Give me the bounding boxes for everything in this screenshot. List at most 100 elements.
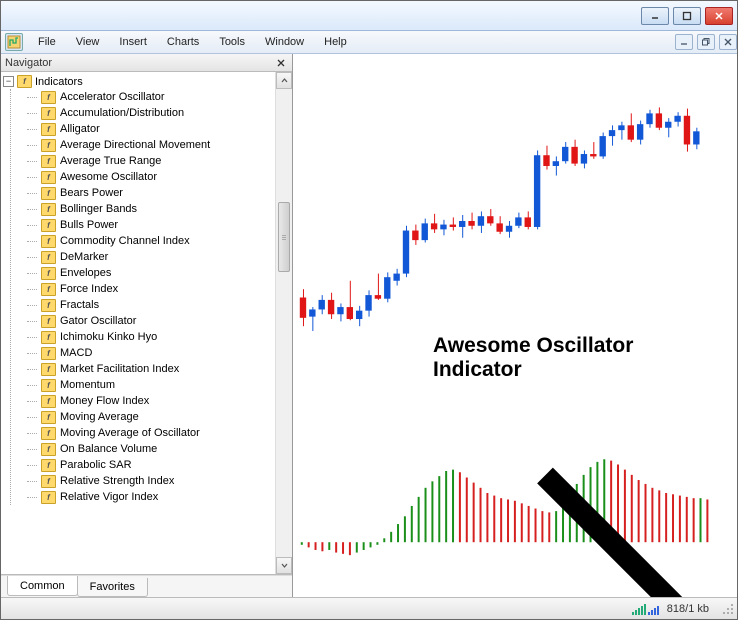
indicator-item[interactable]: fAccelerator Oscillator [27, 89, 275, 105]
indicator-item[interactable]: fRelative Vigor Index [27, 489, 275, 505]
indicator-item[interactable]: f On Balance Volume [27, 441, 275, 457]
menu-view[interactable]: View [67, 33, 109, 51]
indicator-label: Ichimoku Kinko Hyo [60, 331, 157, 343]
window-maximize-button[interactable] [673, 7, 701, 25]
indicator-label: Average Directional Movement [60, 139, 210, 151]
indicator-icon: f [41, 459, 56, 472]
indicator-item[interactable]: fMomentum [27, 377, 275, 393]
indicator-item[interactable]: fRelative Strength Index [27, 473, 275, 489]
indicator-icon: f [41, 219, 56, 232]
indicator-label: Bollinger Bands [60, 203, 137, 215]
indicator-item[interactable]: fMoving Average [27, 409, 275, 425]
indicator-item[interactable]: f Bears Power [27, 185, 275, 201]
tree-root-label: Indicators [35, 76, 83, 88]
indicator-label: Momentum [60, 379, 115, 391]
navigator-tabs: Common Favorites [1, 575, 292, 597]
indicator-icon: f [41, 331, 56, 344]
indicator-label: DeMarker [60, 251, 108, 263]
indicator-icon: f [41, 171, 56, 184]
resize-grip-icon[interactable] [721, 602, 735, 616]
indicator-icon: f [41, 187, 56, 200]
annotation-arrow [508, 389, 737, 597]
navigator-titlebar: Navigator [1, 54, 292, 72]
indicator-label: Market Facilitation Index [60, 363, 179, 375]
indicator-icon: f [41, 299, 56, 312]
tree-root-indicators[interactable]: − f Indicators [3, 74, 275, 89]
indicator-icon: f [41, 347, 56, 360]
tab-common[interactable]: Common [7, 576, 78, 596]
indicator-item[interactable]: f Ichimoku Kinko Hyo [27, 329, 275, 345]
tab-favorites[interactable]: Favorites [77, 578, 148, 597]
tree-collapse-icon[interactable]: − [3, 76, 14, 87]
indicator-icon: f [41, 155, 56, 168]
indicator-item[interactable]: fDeMarker [27, 249, 275, 265]
indicator-label: Bears Power [60, 187, 123, 199]
indicator-item[interactable]: f Market Facilitation Index [27, 361, 275, 377]
indicator-item[interactable]: fMoney Flow Index [27, 393, 275, 409]
indicator-label: Relative Strength Index [60, 475, 174, 487]
indicator-icon: f [41, 107, 56, 120]
mdi-restore-button[interactable] [697, 34, 715, 50]
chart-annotation: Awesome Oscillator Indicator [433, 334, 633, 382]
indicator-label: Force Index [60, 283, 118, 295]
indicator-label: Accumulation/Distribution [60, 107, 184, 119]
indicator-label: Average True Range [60, 155, 161, 167]
indicator-item[interactable]: fForce Index [27, 281, 275, 297]
menu-file[interactable]: File [29, 33, 65, 51]
indicator-label: Fractals [60, 299, 99, 311]
annotation-line2: Indicator [433, 358, 633, 382]
app-window: FileViewInsertChartsToolsWindowHelp Navi… [0, 0, 738, 620]
window-minimize-button[interactable] [641, 7, 669, 25]
menu-window[interactable]: Window [256, 33, 313, 51]
indicator-item[interactable]: fCommodity Channel Index [27, 233, 275, 249]
scroll-up-button[interactable] [276, 72, 292, 89]
indicator-item[interactable]: fGator Oscillator [27, 313, 275, 329]
menu-tools[interactable]: Tools [210, 33, 254, 51]
indicator-icon: f [41, 203, 56, 216]
menu-charts[interactable]: Charts [158, 33, 208, 51]
indicator-item[interactable]: fParabolic SAR [27, 457, 275, 473]
mdi-minimize-button[interactable] [675, 34, 693, 50]
menubar: FileViewInsertChartsToolsWindowHelp [1, 31, 737, 54]
scroll-down-button[interactable] [276, 557, 292, 574]
titlebar [1, 1, 737, 31]
indicator-label: Moving Average [60, 411, 139, 423]
indicator-label: On Balance Volume [60, 443, 157, 455]
indicator-label: Gator Oscillator [60, 315, 136, 327]
main-area: Navigator − f Indicators fAccelerator Os… [1, 54, 737, 597]
indicator-label: Bulls Power [60, 219, 118, 231]
indicator-icon: f [41, 91, 56, 104]
chart-area[interactable]: Awesome Oscillator Indicator [293, 54, 737, 597]
indicator-label: Relative Vigor Index [60, 491, 158, 503]
indicator-item[interactable]: fAwesome Oscillator [27, 169, 275, 185]
indicator-label: MACD [60, 347, 92, 359]
navigator-scrollbar[interactable] [275, 72, 292, 574]
indicator-item[interactable]: f Average True Range [27, 153, 275, 169]
app-icon [5, 33, 23, 51]
menu-insert[interactable]: Insert [110, 33, 156, 51]
indicator-item[interactable]: f Average Directional Movement [27, 137, 275, 153]
indicator-icon: f [41, 443, 56, 456]
indicator-item[interactable]: fAlligator [27, 121, 275, 137]
menu-help[interactable]: Help [315, 33, 356, 51]
indicator-icon: f [41, 139, 56, 152]
indicator-item[interactable]: f Fractals [27, 297, 275, 313]
navigator-title: Navigator [5, 57, 52, 69]
indicator-icon: f [41, 235, 56, 248]
indicator-icon: f [41, 267, 56, 280]
mdi-close-button[interactable] [719, 34, 737, 50]
navigator-close-button[interactable] [274, 56, 288, 70]
navigator-tree[interactable]: − f Indicators fAccelerator OscillatorfA… [1, 72, 275, 574]
indicator-item[interactable]: f Bollinger Bands [27, 201, 275, 217]
statusbar-kb: 818/1 kb [667, 603, 709, 615]
window-close-button[interactable] [705, 7, 733, 25]
indicator-item[interactable]: fMoving Average of Oscillator [27, 425, 275, 441]
indicator-item[interactable]: f Bulls Power [27, 217, 275, 233]
indicator-item[interactable]: fEnvelopes [27, 265, 275, 281]
indicator-item[interactable]: f Accumulation/Distribution [27, 105, 275, 121]
scroll-thumb[interactable] [278, 202, 290, 272]
indicator-icon: f [41, 427, 56, 440]
indicator-icon: f [41, 363, 56, 376]
folder-icon: f [17, 75, 32, 88]
indicator-item[interactable]: f MACD [27, 345, 275, 361]
